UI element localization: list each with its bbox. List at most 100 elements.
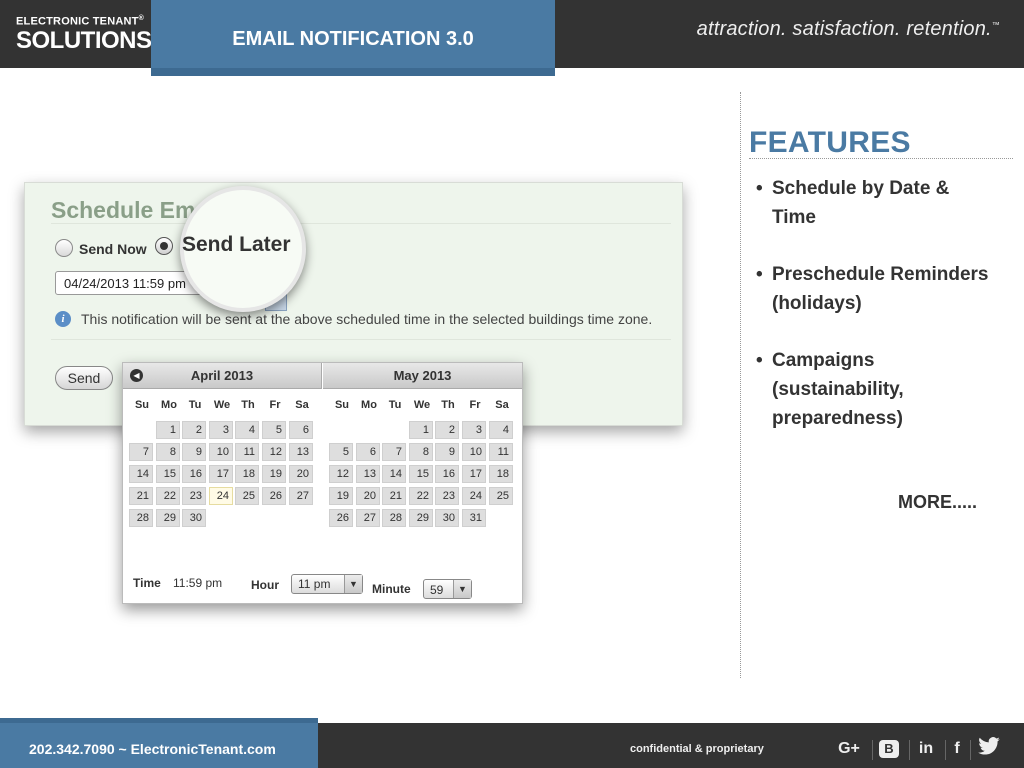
month-title-may: May 2013 — [393, 368, 452, 383]
registered-mark: ® — [138, 15, 144, 22]
calendar-day[interactable]: 13 — [289, 443, 313, 461]
calendar-day[interactable]: 8 — [156, 443, 180, 461]
calendar-day[interactable]: 21 — [382, 487, 406, 505]
calendar-day[interactable]: 22 — [156, 487, 180, 505]
twitter-bird-icon — [978, 737, 1000, 755]
calendar-day[interactable]: 2 — [182, 421, 206, 439]
month-header-april: April 2013 — [123, 363, 322, 389]
calendar-day[interactable]: 29 — [409, 509, 433, 527]
calendar-day[interactable]: 19 — [329, 487, 353, 505]
calendar-day[interactable]: 12 — [329, 465, 353, 483]
calendar-day[interactable]: 7 — [382, 443, 406, 461]
send-later-label[interactable]: Send Later — [182, 233, 291, 257]
calendar-day[interactable]: 4 — [235, 421, 259, 439]
calendar-day[interactable]: 8 — [409, 443, 433, 461]
calendar-day[interactable]: 25 — [489, 487, 513, 505]
calendar-day[interactable]: 30 — [182, 509, 206, 527]
calendar-day[interactable]: 7 — [129, 443, 153, 461]
logo-text-top: ELECTRONIC TENANT — [16, 15, 139, 28]
send-later-radio[interactable] — [155, 237, 173, 255]
linkedin-icon[interactable]: in — [914, 737, 938, 761]
google-plus-icon[interactable]: G+ — [836, 737, 862, 761]
weekday-header: Sa — [295, 399, 309, 411]
calendar-day[interactable]: 20 — [356, 487, 380, 505]
twitter-icon[interactable] — [977, 737, 1001, 761]
weekday-header: Su — [334, 399, 350, 411]
features-rule — [749, 158, 1013, 159]
minute-select[interactable]: 59 ▼ — [423, 579, 472, 599]
calendar-day[interactable]: 15 — [409, 465, 433, 483]
feature-item-preschedule: Preschedule Reminders (holidays) — [756, 260, 996, 318]
date-picker-popup: April 2013 ◀ May 2013 Time 11:59 pm Hour… — [122, 362, 523, 604]
calendar-day[interactable]: 14 — [129, 465, 153, 483]
time-value: 11:59 pm — [173, 576, 223, 590]
calendar-day[interactable]: 6 — [356, 443, 380, 461]
calendar-day[interactable]: 17 — [462, 465, 486, 483]
calendar-day[interactable]: 21 — [129, 487, 153, 505]
logo-text-bottom: SOLUTIONS — [16, 26, 152, 54]
calendar-day[interactable]: 27 — [356, 509, 380, 527]
calendar-day[interactable]: 5 — [262, 421, 286, 439]
calendar-day[interactable]: 11 — [235, 443, 259, 461]
social-divider — [872, 740, 873, 760]
calendar-day[interactable]: 3 — [462, 421, 486, 439]
more-link[interactable]: MORE..... — [898, 492, 977, 513]
calendar-day[interactable]: 30 — [435, 509, 459, 527]
send-button[interactable]: Send — [55, 366, 113, 390]
calendar-day[interactable]: 24 — [209, 487, 233, 505]
chevron-down-icon: ▼ — [453, 580, 471, 598]
schedule-info-text: This notification will be sent at the ab… — [81, 311, 653, 327]
calendar-day[interactable]: 18 — [489, 465, 513, 483]
calendar-day[interactable]: 19 — [262, 465, 286, 483]
calendar-day[interactable]: 4 — [489, 421, 513, 439]
footer-contact-text[interactable]: 202.342.7090 ~ ElectronicTenant.com — [29, 741, 276, 757]
calendar-day[interactable]: 18 — [235, 465, 259, 483]
prev-month-icon[interactable]: ◀ — [130, 369, 143, 382]
calendar-day[interactable]: 20 — [289, 465, 313, 483]
company-logo[interactable]: ELECTRONIC TENANT® SOLUTIONS — [0, 0, 152, 68]
calendar-day[interactable]: 16 — [182, 465, 206, 483]
calendar-day[interactable]: 12 — [262, 443, 286, 461]
chevron-down-icon: ▼ — [344, 575, 362, 593]
calendar-day[interactable]: 26 — [262, 487, 286, 505]
weekday-header: Fr — [469, 399, 481, 411]
calendar-day[interactable]: 15 — [156, 465, 180, 483]
social-divider — [945, 740, 946, 760]
calendar-day[interactable]: 26 — [329, 509, 353, 527]
calendar-day[interactable]: 17 — [209, 465, 233, 483]
calendar-day[interactable]: 16 — [435, 465, 459, 483]
calendar-day[interactable]: 14 — [382, 465, 406, 483]
social-divider — [909, 740, 910, 760]
hour-select[interactable]: 11 pm ▼ — [291, 574, 363, 594]
calendar-day[interactable]: 1 — [156, 421, 180, 439]
calendar-day[interactable]: 10 — [209, 443, 233, 461]
calendar-day[interactable]: 11 — [489, 443, 513, 461]
calendar-day[interactable]: 24 — [462, 487, 486, 505]
calendar-day[interactable]: 27 — [289, 487, 313, 505]
calendar-day[interactable]: 23 — [182, 487, 206, 505]
send-now-label[interactable]: Send Now — [79, 241, 147, 257]
calendar-day[interactable]: 28 — [382, 509, 406, 527]
slide-title: EMAIL NOTIFICATION 3.0 — [232, 28, 474, 50]
calendar-day[interactable]: 9 — [435, 443, 459, 461]
calendar-day[interactable]: 25 — [235, 487, 259, 505]
calendar-day[interactable]: 3 — [209, 421, 233, 439]
facebook-icon[interactable]: f — [950, 737, 964, 761]
calendar-day[interactable]: 13 — [356, 465, 380, 483]
panel-divider — [51, 223, 671, 224]
calendar-day[interactable]: 2 — [435, 421, 459, 439]
calendar-day[interactable]: 23 — [435, 487, 459, 505]
calendar-day[interactable]: 5 — [329, 443, 353, 461]
calendar-day[interactable]: 10 — [462, 443, 486, 461]
calendar-day[interactable]: 6 — [289, 421, 313, 439]
calendar-day[interactable]: 28 — [129, 509, 153, 527]
blogger-icon[interactable]: B — [879, 740, 899, 758]
calendar-day[interactable]: 31 — [462, 509, 486, 527]
calendar-day[interactable]: 9 — [182, 443, 206, 461]
hour-select-value: 11 pm — [298, 577, 331, 591]
calendar-day[interactable]: 22 — [409, 487, 433, 505]
calendar-day[interactable]: 1 — [409, 421, 433, 439]
send-now-radio[interactable] — [55, 239, 73, 257]
minute-label: Minute — [372, 582, 411, 596]
calendar-day[interactable]: 29 — [156, 509, 180, 527]
